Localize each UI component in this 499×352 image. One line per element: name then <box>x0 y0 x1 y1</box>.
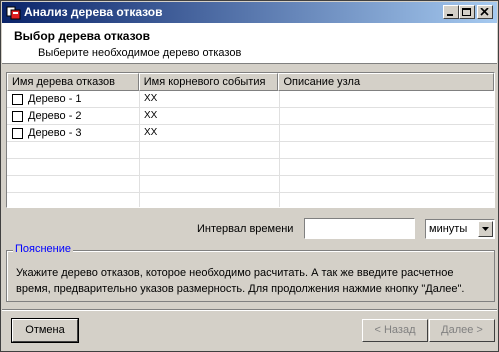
table-row[interactable]: Дерево - 1 XX <box>7 91 494 108</box>
title-bar[interactable]: Анализ дерева отказов <box>2 2 497 23</box>
tree-name: Дерево - 1 <box>28 93 82 105</box>
table-row[interactable]: Дерево - 2 XX <box>7 108 494 125</box>
empty-row <box>7 142 494 159</box>
close-icon <box>480 8 489 16</box>
column-header-root-event[interactable]: Имя корневого события <box>138 73 279 91</box>
unit-select-value: минуты <box>429 223 468 235</box>
tree-name: Дерево - 2 <box>28 110 82 122</box>
chevron-down-icon <box>482 227 489 231</box>
row-checkbox[interactable] <box>12 94 23 105</box>
empty-row <box>7 176 494 193</box>
page-title: Выбор дерева отказов <box>14 29 150 43</box>
list-header: Имя дерева отказов Имя корневого события… <box>7 73 494 91</box>
interval-label: Интервал времени <box>197 223 294 235</box>
explanation-line-2: время, предварительно указов размерность… <box>16 283 465 295</box>
wizard-header: Выбор дерева отказов Выберите необходимо… <box>2 23 497 64</box>
app-icon <box>6 5 21 20</box>
minimize-icon <box>447 14 453 16</box>
fault-tree-list[interactable]: Имя дерева отказов Имя корневого события… <box>6 72 495 208</box>
next-button[interactable]: Далее > <box>429 319 495 342</box>
explanation-line-1: Укажите дерево отказов, которое необходи… <box>16 267 454 279</box>
explanation-text: Укажите дерево отказов, которое необходи… <box>16 265 492 297</box>
page-subtitle: Выберите необходимое дерево отказов <box>38 47 242 59</box>
root-event: XX <box>144 93 158 104</box>
row-checkbox[interactable] <box>12 128 23 139</box>
row-checkbox[interactable] <box>12 111 23 122</box>
back-button[interactable]: < Назад <box>362 319 428 342</box>
dialog-window: Анализ дерева отказов Выбор дерева отказ… <box>0 0 499 352</box>
cancel-button[interactable]: Отмена <box>11 318 79 343</box>
divider <box>2 309 497 311</box>
table-row[interactable]: Дерево - 3 XX <box>7 125 494 142</box>
tree-name: Дерево - 3 <box>28 127 82 139</box>
dropdown-arrow-button[interactable] <box>478 221 493 237</box>
column-header-node-description[interactable]: Описание узла <box>278 73 494 91</box>
minimize-button[interactable] <box>443 5 459 19</box>
window-title: Анализ дерева отказов <box>24 5 163 19</box>
root-event: XX <box>144 110 158 121</box>
root-event: XX <box>144 127 158 138</box>
empty-row <box>7 159 494 176</box>
interval-input[interactable] <box>304 218 415 239</box>
column-header-tree-name[interactable]: Имя дерева отказов <box>7 73 139 91</box>
empty-row <box>7 193 494 207</box>
maximize-icon <box>462 8 471 16</box>
unit-select[interactable]: минуты <box>425 219 495 239</box>
explanation-title: Пояснение <box>13 243 74 255</box>
maximize-button[interactable] <box>459 5 475 19</box>
explanation-group: Пояснение Укажите дерево отказов, которо… <box>6 243 495 302</box>
close-button[interactable] <box>477 5 493 19</box>
